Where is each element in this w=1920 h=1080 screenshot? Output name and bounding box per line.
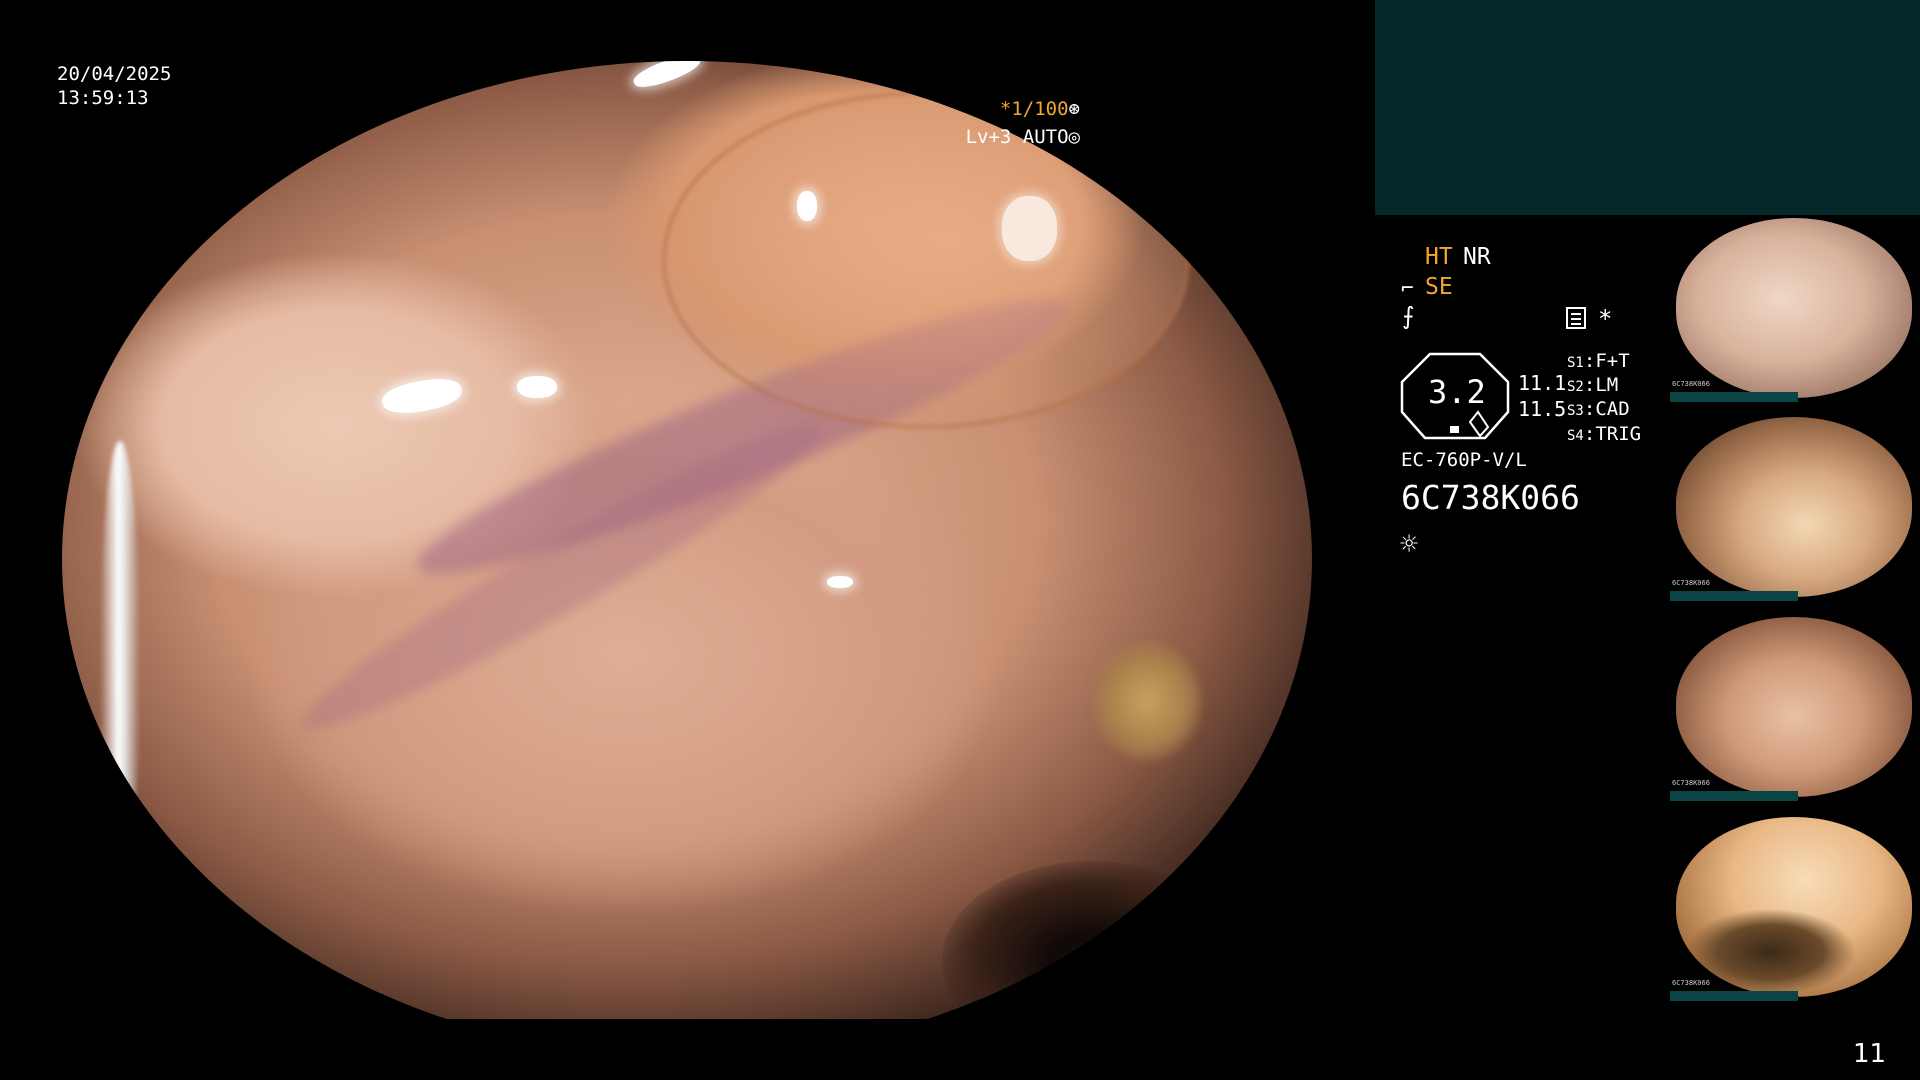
scope-button-value: F+T [1595, 350, 1630, 372]
capture-thumbnail[interactable]: 6C738K066 [1670, 216, 1920, 402]
scope-button-s4: S4:TRIG [1567, 423, 1642, 445]
info-panel-box [1375, 0, 1920, 215]
specular-reflection [797, 191, 817, 221]
thumbnail-image [1676, 617, 1912, 797]
thumbnail-bar [1670, 991, 1798, 1001]
lesion-spot [1092, 641, 1202, 761]
shutter-value: *1/100 [999, 98, 1069, 120]
mucosal-fold [662, 91, 1190, 429]
level-value: Lv+3 AUTO [965, 126, 1069, 148]
thumbnail-image [1676, 817, 1912, 997]
specular-reflection [1002, 196, 1057, 261]
specular-reflection [517, 376, 557, 398]
zoom-value: 3.2 [1428, 373, 1486, 411]
specular-reflection [630, 61, 704, 93]
ht-indicator: HT [1425, 244, 1453, 270]
structure-enhance-icon: ⌐ [1401, 276, 1414, 300]
scope-button-s2: S2:LM [1567, 374, 1619, 396]
scope-button-tag: S4 [1567, 428, 1584, 444]
thumbnail-bar [1670, 591, 1798, 601]
thumbnail-image [1676, 417, 1912, 597]
scope-button-tag: S1 [1567, 355, 1584, 371]
brightness-level-readout: Lv+3 AUTO◎ [965, 126, 1080, 149]
date-readout: 20/04/2025 [57, 63, 172, 85]
auto-exposure-icon: ◎ [1068, 126, 1080, 148]
scope-serial: 6C738K066 [1401, 478, 1580, 517]
thumbnail-image [1676, 218, 1912, 398]
scope-button-s3: S3:CAD [1567, 398, 1630, 420]
time-readout: 13:59:13 [57, 87, 149, 109]
memo-icon [1566, 307, 1586, 329]
light-glare [100, 441, 140, 891]
vessel-pattern [284, 395, 840, 757]
frame-number: 11 [1853, 1039, 1887, 1069]
asterisk-indicator: * [1598, 305, 1613, 333]
zoom-secondary-value: 11.5 [1518, 397, 1567, 421]
scope-button-s1: S1:F+T [1567, 350, 1630, 372]
thumbnail-bar [1670, 392, 1798, 402]
light-source-icon: ☼ [1400, 527, 1419, 562]
zoom-secondary-value: 11.1 [1518, 371, 1567, 395]
shutter-readout: *1/100⊛ [999, 98, 1080, 121]
scope-button-value: LM [1595, 374, 1619, 396]
thumbnail-bar [1670, 791, 1798, 801]
freeze-icon: ⨍ [1402, 302, 1415, 330]
iris-icon: ⊛ [1068, 98, 1080, 120]
lumen-shadow [942, 861, 1242, 1019]
scope-button-tag: S3 [1567, 403, 1584, 419]
thumbnail-caption: 6C738K066 [1672, 979, 1710, 987]
nr-indicator: NR [1463, 244, 1491, 270]
thumbnail-caption: 6C738K066 [1672, 779, 1710, 787]
thumbnail-caption: 6C738K066 [1672, 380, 1710, 388]
se-indicator: SE [1425, 274, 1453, 300]
scope-model: EC-760P-V/L [1401, 449, 1527, 471]
capture-thumbnail[interactable]: 6C738K066 [1670, 815, 1920, 1001]
scope-button-value: TRIG [1595, 423, 1642, 445]
scope-button-value: CAD [1595, 398, 1630, 420]
specular-reflection [827, 576, 853, 588]
capture-thumbnail[interactable]: 6C738K066 [1670, 615, 1920, 801]
specular-reflection [380, 374, 464, 418]
scope-button-tag: S2 [1567, 379, 1584, 395]
endoscope-live-view [62, 61, 1312, 1019]
thumbnail-caption: 6C738K066 [1672, 579, 1710, 587]
capture-thumbnail[interactable]: 6C738K066 [1670, 415, 1920, 601]
